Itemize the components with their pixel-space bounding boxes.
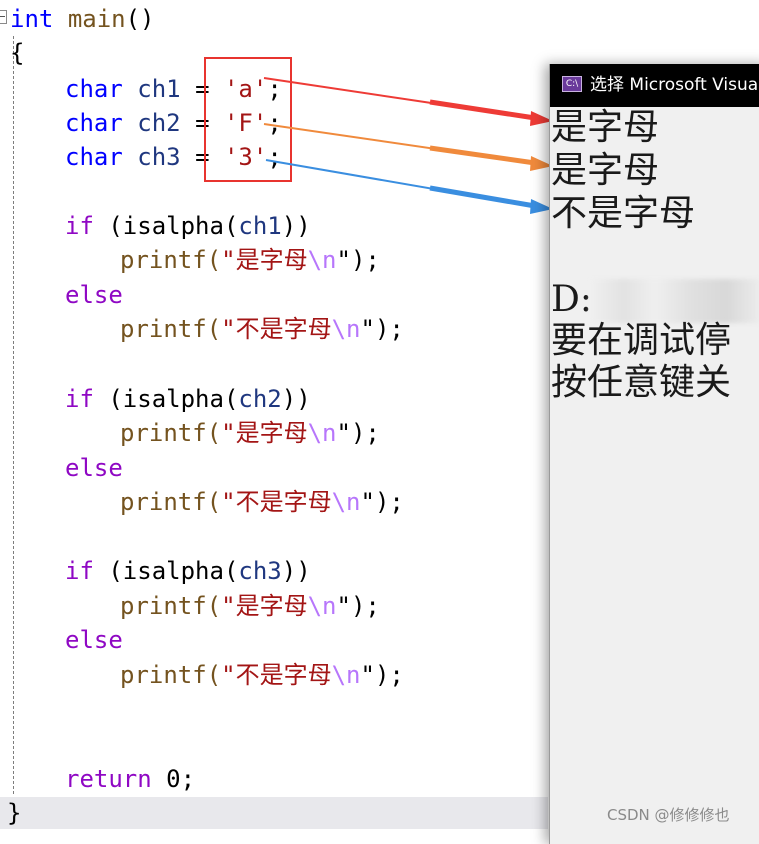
arrow-red	[263, 77, 553, 126]
output-line-2: 是字母	[551, 150, 660, 191]
output-line-1: 是字母	[551, 107, 660, 148]
console-window[interactable]: C:\ 选择 Microsoft Visua 是字母 是字母 不是字母 D: 要…	[549, 64, 759, 844]
console-titlebar[interactable]: C:\ 选择 Microsoft Visua	[550, 64, 759, 107]
console-app-icon: C:\	[562, 76, 582, 92]
watermark: CSDN @修修修也	[607, 806, 730, 824]
debug-message-2: 按任意键关	[551, 362, 732, 403]
redacted-path	[590, 279, 759, 323]
arrow-orange	[263, 123, 553, 171]
console-title: 选择 Microsoft Visua	[590, 75, 759, 95]
debug-message-1: 要在调试停	[551, 320, 732, 361]
path-prefix: D:	[551, 279, 592, 320]
output-line-3: 不是字母	[551, 193, 696, 234]
arrow-blue	[265, 159, 553, 214]
